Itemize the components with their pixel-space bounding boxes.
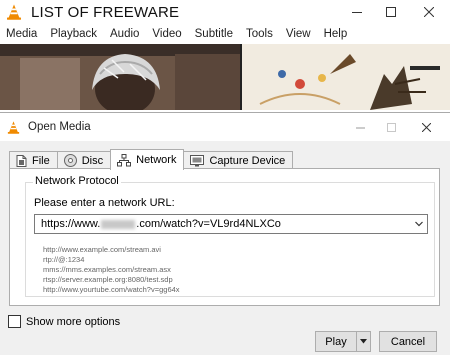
menu-subtitle[interactable]: Subtitle	[195, 28, 233, 40]
show-more-options-checkbox[interactable]	[8, 315, 21, 328]
show-more-options[interactable]: Show more options	[8, 315, 120, 328]
minimize-icon	[352, 12, 362, 13]
url-prompt-label: Please enter a network URL:	[34, 197, 175, 209]
url-example: http://www.example.com/stream.avi	[43, 245, 161, 254]
video-area[interactable]	[0, 44, 450, 110]
disc-icon	[63, 154, 77, 167]
open-media-dialog: Open Media File Disc Network Capture Dev…	[0, 112, 450, 355]
menu-help[interactable]: Help	[324, 28, 348, 40]
main-window-titlebar: LIST OF FREEWARE	[0, 0, 450, 24]
url-examples: http://www.example.com/stream.avi rtp://…	[43, 245, 180, 295]
menu-tools[interactable]: Tools	[246, 28, 273, 40]
play-options-dropdown-button[interactable]	[356, 331, 371, 352]
tab-file-label: File	[32, 154, 50, 167]
menu-bar: Media Playback Audio Video Subtitle Tool…	[0, 24, 450, 44]
maximize-icon	[386, 122, 396, 132]
dialog-title: Open Media	[28, 121, 91, 133]
menu-video[interactable]: Video	[152, 28, 181, 40]
network-tab-panel: Network Protocol Please enter a network …	[9, 168, 440, 306]
tab-bar: File Disc Network Capture Device	[9, 149, 294, 170]
window-title: LIST OF FREEWARE	[31, 3, 180, 21]
tab-file[interactable]: File	[9, 151, 58, 169]
tab-capture-device[interactable]: Capture Device	[183, 151, 294, 169]
caret-down-icon	[360, 339, 367, 344]
network-icon	[117, 153, 132, 166]
dialog-titlebar: Open Media	[0, 113, 450, 141]
url-value-end: .com/watch?v=VL9rd4NLXCo	[136, 218, 281, 230]
close-button[interactable]	[412, 0, 446, 24]
tab-network[interactable]: Network	[110, 149, 185, 170]
video-frame	[0, 44, 450, 110]
dialog-close-button[interactable]	[412, 113, 440, 141]
url-example: rtp://@:1234	[43, 255, 85, 264]
tab-network-label: Network	[136, 154, 177, 166]
minimize-icon	[355, 127, 365, 128]
tab-disc[interactable]: Disc	[56, 151, 112, 169]
chevron-down-icon[interactable]	[414, 219, 424, 229]
network-protocol-group: Network Protocol Please enter a network …	[25, 175, 435, 297]
maximize-icon	[386, 7, 396, 17]
capture-device-icon	[190, 154, 205, 166]
tab-capture-device-label: Capture Device	[209, 154, 286, 167]
play-button[interactable]: Play	[315, 331, 357, 352]
group-title: Network Protocol	[33, 175, 121, 187]
minimize-button[interactable]	[340, 0, 374, 24]
menu-playback[interactable]: Playback	[50, 28, 97, 40]
cancel-button[interactable]: Cancel	[379, 331, 437, 352]
network-url-combobox[interactable]: https://www. .com/watch?v=VL9rd4NLXCo	[34, 214, 428, 234]
menu-view[interactable]: View	[286, 28, 311, 40]
url-example: http://www.yourtube.com/watch?v=gg64x	[43, 285, 180, 294]
dialog-minimize-button[interactable]	[346, 113, 374, 141]
close-icon	[424, 7, 434, 17]
menu-media[interactable]: Media	[6, 28, 37, 40]
url-example: rtsp://server.example.org:8080/test.sdp	[43, 275, 173, 284]
tab-disc-label: Disc	[81, 154, 104, 167]
vlc-cone-icon	[7, 120, 20, 134]
show-more-options-label: Show more options	[26, 315, 121, 328]
dialog-maximize-button[interactable]	[377, 113, 405, 141]
vlc-cone-icon	[7, 4, 21, 20]
close-icon	[421, 122, 431, 132]
redacted-domain	[101, 219, 136, 229]
maximize-button[interactable]	[374, 0, 408, 24]
file-icon	[16, 154, 27, 167]
url-value-start: https://www.	[41, 218, 101, 230]
menu-audio[interactable]: Audio	[110, 28, 139, 40]
url-example: mms://mms.examples.com/stream.asx	[43, 265, 171, 274]
url-value: https://www. .com/watch?v=VL9rd4NLXCo	[41, 218, 281, 230]
